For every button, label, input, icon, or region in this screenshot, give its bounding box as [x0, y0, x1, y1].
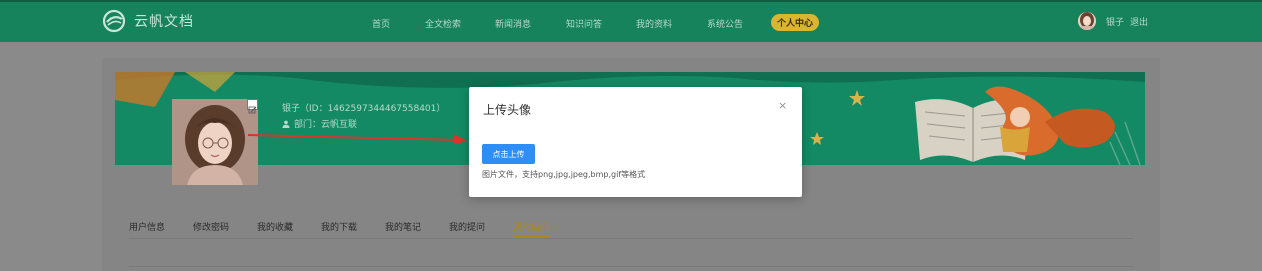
- tab-my-downloads[interactable]: 我的下载: [321, 220, 357, 233]
- logo-icon: [102, 9, 126, 33]
- nav-announcements[interactable]: 系统公告: [707, 17, 743, 30]
- tab-change-password[interactable]: 修改密码: [193, 220, 229, 233]
- close-icon[interactable]: ×: [778, 99, 787, 112]
- upload-avatar-dialog: 上传头像 × 点击上传 图片文件，支持png,jpg,jpeg,bmp,gif等…: [469, 87, 802, 197]
- annotation-arrow: [247, 134, 467, 143]
- nav-qa[interactable]: 知识问答: [566, 17, 602, 30]
- active-tab-indicator: [513, 236, 550, 238]
- pencil-icon: [248, 106, 257, 114]
- edit-avatar-icon[interactable]: [247, 99, 258, 114]
- person-icon: [282, 120, 290, 128]
- logo-text: 云帆文档: [134, 14, 194, 30]
- nav-home[interactable]: 首页: [372, 17, 390, 30]
- logo[interactable]: 云帆文档: [102, 9, 194, 33]
- logout-link[interactable]: 退出: [1130, 15, 1148, 28]
- nav-my-materials[interactable]: 我的资料: [636, 17, 672, 30]
- user-avatar-icon: [1078, 12, 1096, 30]
- tab-my-notes[interactable]: 我的笔记: [385, 220, 421, 233]
- profile-name-id: 银子（ID：1462597344467558401）: [282, 104, 446, 114]
- tab-my-borrowing[interactable]: 我的借阅: [513, 220, 549, 233]
- upload-button[interactable]: 点击上传: [482, 144, 535, 164]
- nav-news[interactable]: 新闻消息: [495, 17, 531, 30]
- dialog-title: 上传头像: [483, 103, 532, 117]
- user-menu: 银子 退出: [1078, 12, 1148, 30]
- tab-user-info[interactable]: 用户信息: [129, 220, 165, 233]
- tab-my-questions[interactable]: 我的提问: [449, 220, 485, 233]
- nav-fulltext-search[interactable]: 全文检索: [425, 17, 461, 30]
- tab-my-favorites[interactable]: 我的收藏: [257, 220, 293, 233]
- top-navbar: 云帆文档 首页 全文检索 新闻消息 知识问答 我的资料 系统公告 个人中心 银子…: [0, 0, 1262, 42]
- user-name[interactable]: 银子: [1106, 15, 1124, 28]
- upload-hint: 图片文件，支持png,jpg,jpeg,bmp,gif等格式: [482, 170, 646, 179]
- avatar[interactable]: [1078, 12, 1096, 30]
- nav-personal-center[interactable]: 个人中心: [771, 14, 820, 31]
- divider: [129, 266, 1133, 267]
- profile-tabs: 用户信息 修改密码 我的收藏 我的下载 我的笔记 我的提问 我的借阅: [129, 218, 1133, 239]
